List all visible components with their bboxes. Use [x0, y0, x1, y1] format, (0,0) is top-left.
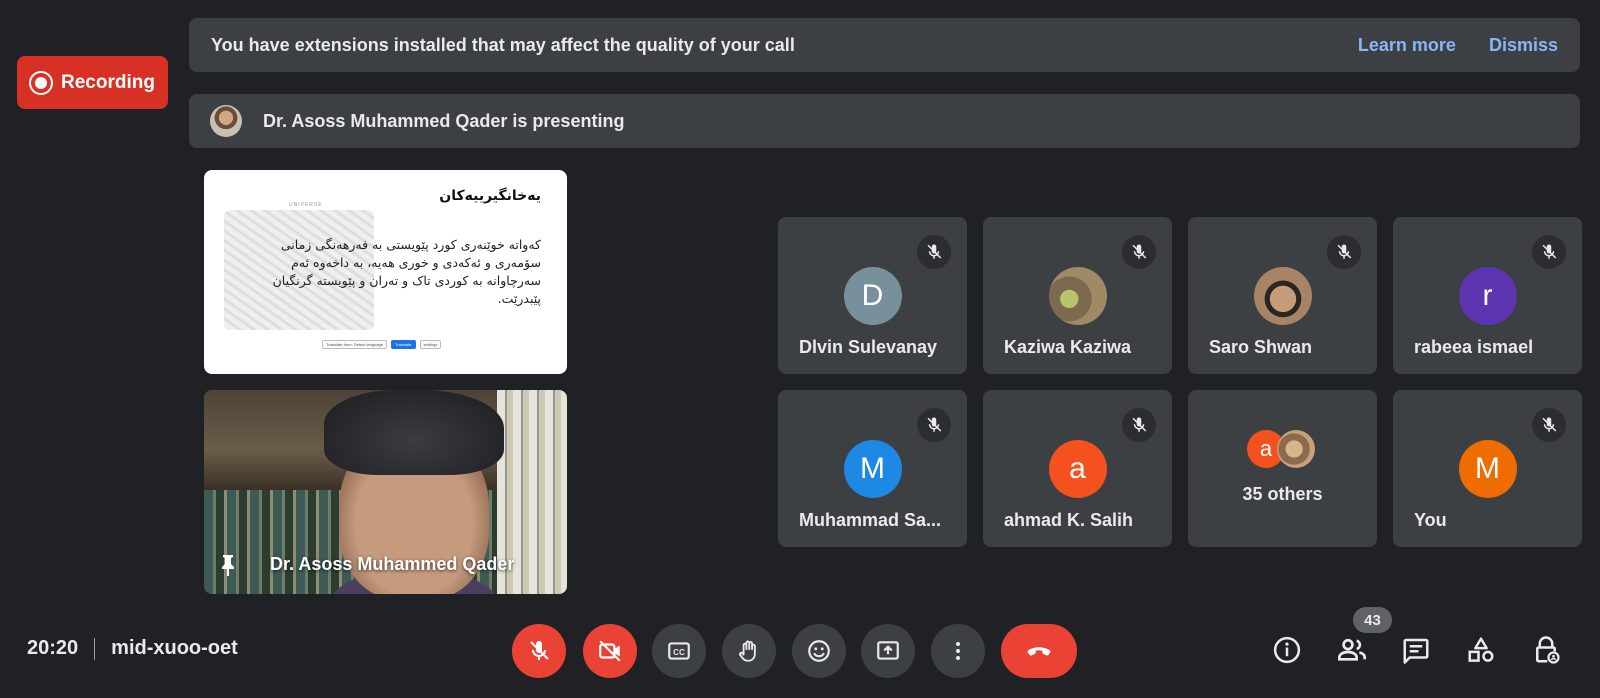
hand-icon [739, 640, 756, 662]
camera-off-icon [599, 640, 621, 662]
presenter-video-name: Dr. Asoss Muhammed Qader [270, 554, 515, 574]
present-icon [877, 641, 899, 660]
presenting-banner: Dr. Asoss Muhammed Qader is presenting [189, 94, 1580, 148]
avatar: D [843, 267, 902, 325]
extensions-banner: You have extensions installed that may a… [189, 18, 1580, 72]
slide-brand: UNIVERSE [289, 202, 323, 208]
slide-bar-translate: Translate [391, 340, 416, 349]
svg-text:CC: CC [673, 648, 685, 657]
mic-off-icon [1532, 408, 1566, 442]
slide-translate-bar: Translate from: Detect language Translat… [322, 340, 442, 349]
participant-tile[interactable]: Saro Shwan [1188, 217, 1377, 374]
participant-tile[interactable]: a ahmad K. Salih [983, 390, 1172, 547]
more-vert-icon [956, 642, 960, 660]
present-now-button[interactable] [861, 624, 915, 678]
presentation-tile[interactable]: UNIVERSE یەخانگیرییەکان کەواتە خوێنەری ک… [204, 170, 567, 374]
captions-icon: CC [668, 642, 690, 660]
self-tile[interactable]: M You [1393, 390, 1582, 547]
chat-icon [1403, 638, 1429, 664]
avatar-photo [1277, 430, 1315, 468]
avatar: M [1458, 440, 1517, 498]
mic-off-icon [1327, 235, 1361, 269]
participant-tile[interactable]: r rabeea ismael [1393, 217, 1582, 374]
others-count-label: 35 others [1242, 484, 1323, 504]
learn-more-link[interactable]: Learn more [1358, 35, 1456, 56]
record-icon [29, 70, 53, 95]
activities-icon [1468, 637, 1494, 662]
participant-tile[interactable]: D Dlvin Sulevanay [778, 217, 967, 374]
mic-off-icon [530, 641, 549, 660]
mic-off-icon [1122, 408, 1156, 442]
avatar-photo [1048, 267, 1107, 325]
others-tile[interactable]: a 35 others [1188, 390, 1377, 547]
chat-button[interactable] [1396, 630, 1436, 670]
raise-hand-button[interactable] [722, 624, 776, 678]
recording-label: Recording [61, 71, 155, 93]
slide-body: کەواتە خوێنەری کورد پێویستی بە فەرهەنگی … [272, 237, 541, 306]
participant-name: Dlvin Sulevanay [799, 337, 938, 357]
camera-toggle-button[interactable] [583, 624, 637, 678]
participant-name: Saro Shwan [1209, 337, 1313, 357]
avatar: r [1458, 267, 1517, 325]
presenter-video-tile[interactable]: Dr. Asoss Muhammed Qader [204, 390, 567, 594]
pin-icon[interactable] [218, 553, 238, 577]
hang-up-icon [1027, 647, 1051, 656]
presenting-message: Dr. Asoss Muhammed Qader is presenting [263, 110, 625, 131]
people-icon [1338, 638, 1366, 661]
mic-off-icon [917, 235, 951, 269]
presenter-avatar [210, 105, 242, 137]
leave-call-button[interactable] [1001, 624, 1077, 678]
people-button[interactable] [1332, 630, 1372, 670]
others-avatars: a [1247, 430, 1327, 470]
host-controls-button[interactable] [1526, 630, 1566, 670]
divider [94, 637, 96, 660]
mic-off-icon [1122, 235, 1156, 269]
participant-name: Muhammad Sa... [799, 510, 942, 530]
recording-indicator[interactable]: Recording [17, 56, 168, 109]
participant-name: rabeea ismael [1414, 337, 1534, 357]
captions-button[interactable]: CC [652, 624, 706, 678]
slide-title: یەخانگیرییەکان [439, 188, 541, 204]
emoji-icon [808, 640, 830, 662]
more-options-button[interactable] [931, 624, 985, 678]
avatar: M [843, 440, 902, 498]
participant-name: Kaziwa Kaziwa [1004, 337, 1132, 357]
clock: 20:20 [27, 637, 79, 659]
banner-actions: Learn more Dismiss [1358, 35, 1558, 56]
mic-off-icon [1532, 235, 1566, 269]
meeting-code[interactable]: mid-xuoo-oet [111, 637, 238, 660]
lock-person-icon [1536, 636, 1560, 664]
meeting-details-button[interactable] [1267, 630, 1307, 670]
dismiss-button[interactable]: Dismiss [1489, 35, 1558, 56]
meeting-details: 20:20 mid-xuoo-oet [27, 637, 238, 660]
video-hair [324, 390, 504, 475]
activities-button[interactable] [1461, 630, 1501, 670]
avatar: a [1048, 440, 1107, 498]
participant-name: ahmad K. Salih [1004, 510, 1134, 530]
participant-name: You [1414, 510, 1447, 530]
emoji-reaction-button[interactable] [792, 624, 846, 678]
slide-bar-settings: settings [419, 340, 442, 349]
participant-tile[interactable]: M Muhammad Sa... [778, 390, 967, 547]
mic-toggle-button[interactable] [512, 624, 566, 678]
extensions-message: You have extensions installed that may a… [211, 34, 795, 55]
slide-bar-language: Translate from: Detect language [322, 340, 387, 349]
participant-tile[interactable]: Kaziwa Kaziwa [983, 217, 1172, 374]
avatar-photo [1253, 267, 1312, 325]
info-icon [1273, 636, 1301, 664]
mic-off-icon [917, 408, 951, 442]
